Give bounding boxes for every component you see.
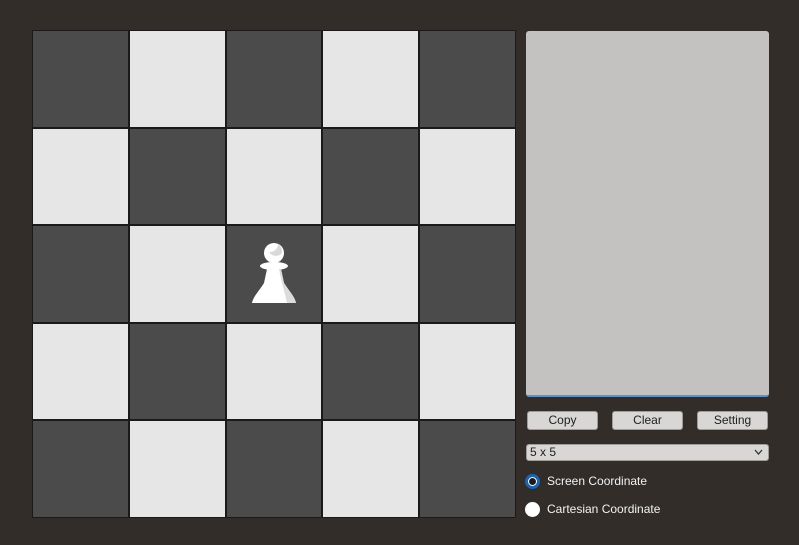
- board-square[interactable]: [33, 31, 128, 127]
- board-square[interactable]: [129, 128, 225, 225]
- screen-coordinate-label: Screen Coordinate: [547, 474, 648, 488]
- board-square[interactable]: [226, 323, 322, 420]
- board-square[interactable]: [323, 31, 419, 127]
- board-square[interactable]: [33, 226, 128, 322]
- board-square[interactable]: [323, 128, 419, 225]
- radio-indicator[interactable]: [525, 473, 540, 489]
- board-square[interactable]: [129, 323, 225, 420]
- board-square[interactable]: [323, 421, 419, 517]
- board-square[interactable]: [420, 128, 515, 225]
- board-square[interactable]: [323, 226, 419, 322]
- cartesian-coordinate-radio[interactable]: Cartesian Coordinate: [525, 501, 660, 517]
- board-size-value: 5 x 5: [530, 445, 557, 459]
- board-square[interactable]: [33, 128, 128, 225]
- copy-button[interactable]: Copy: [527, 411, 598, 430]
- board-square[interactable]: [226, 31, 322, 127]
- board-square[interactable]: [420, 31, 515, 127]
- board-square[interactable]: [33, 421, 128, 517]
- board-square[interactable]: [129, 421, 225, 517]
- board-square[interactable]: [33, 323, 128, 420]
- board-square[interactable]: [420, 421, 515, 517]
- cartesian-coordinate-label: Cartesian Coordinate: [547, 502, 661, 516]
- board-square[interactable]: [129, 31, 225, 127]
- clear-button[interactable]: Clear: [612, 411, 683, 430]
- board-square[interactable]: [226, 421, 322, 517]
- board-square[interactable]: [420, 226, 515, 322]
- chess-board: [32, 30, 516, 518]
- board-square[interactable]: [323, 323, 419, 420]
- white-pawn-icon[interactable]: [249, 241, 299, 307]
- board-square[interactable]: [226, 128, 322, 225]
- board-square[interactable]: [129, 226, 225, 322]
- chevron-down-icon: [754, 449, 763, 455]
- screen-coordinate-radio[interactable]: Screen Coordinate: [525, 473, 647, 489]
- board-square[interactable]: [420, 323, 515, 420]
- setting-button[interactable]: Setting: [697, 411, 768, 430]
- output-text-area[interactable]: [526, 31, 769, 397]
- board-square[interactable]: [226, 226, 322, 322]
- board-size-select[interactable]: 5 x 5: [526, 444, 769, 461]
- radio-indicator[interactable]: [525, 501, 540, 517]
